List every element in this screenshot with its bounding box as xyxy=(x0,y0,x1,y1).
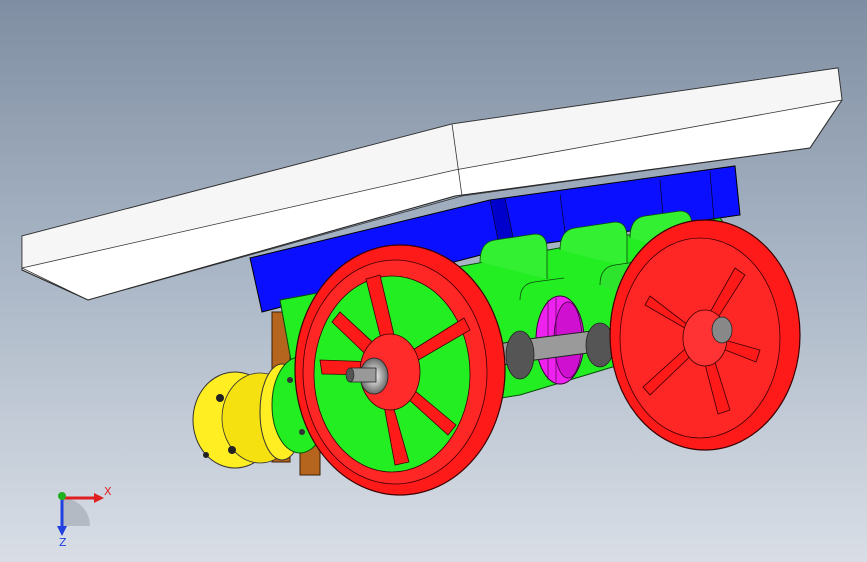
x-axis-label: X xyxy=(104,485,112,498)
coordinate-triad-icon: X Z xyxy=(46,478,126,549)
z-axis-label: Z xyxy=(59,536,67,548)
graphics-viewport[interactable]: X Z xyxy=(0,0,867,562)
front-wheel[interactable] xyxy=(294,244,506,496)
rear-wheel[interactable] xyxy=(609,219,801,451)
cad-model[interactable] xyxy=(0,0,867,562)
